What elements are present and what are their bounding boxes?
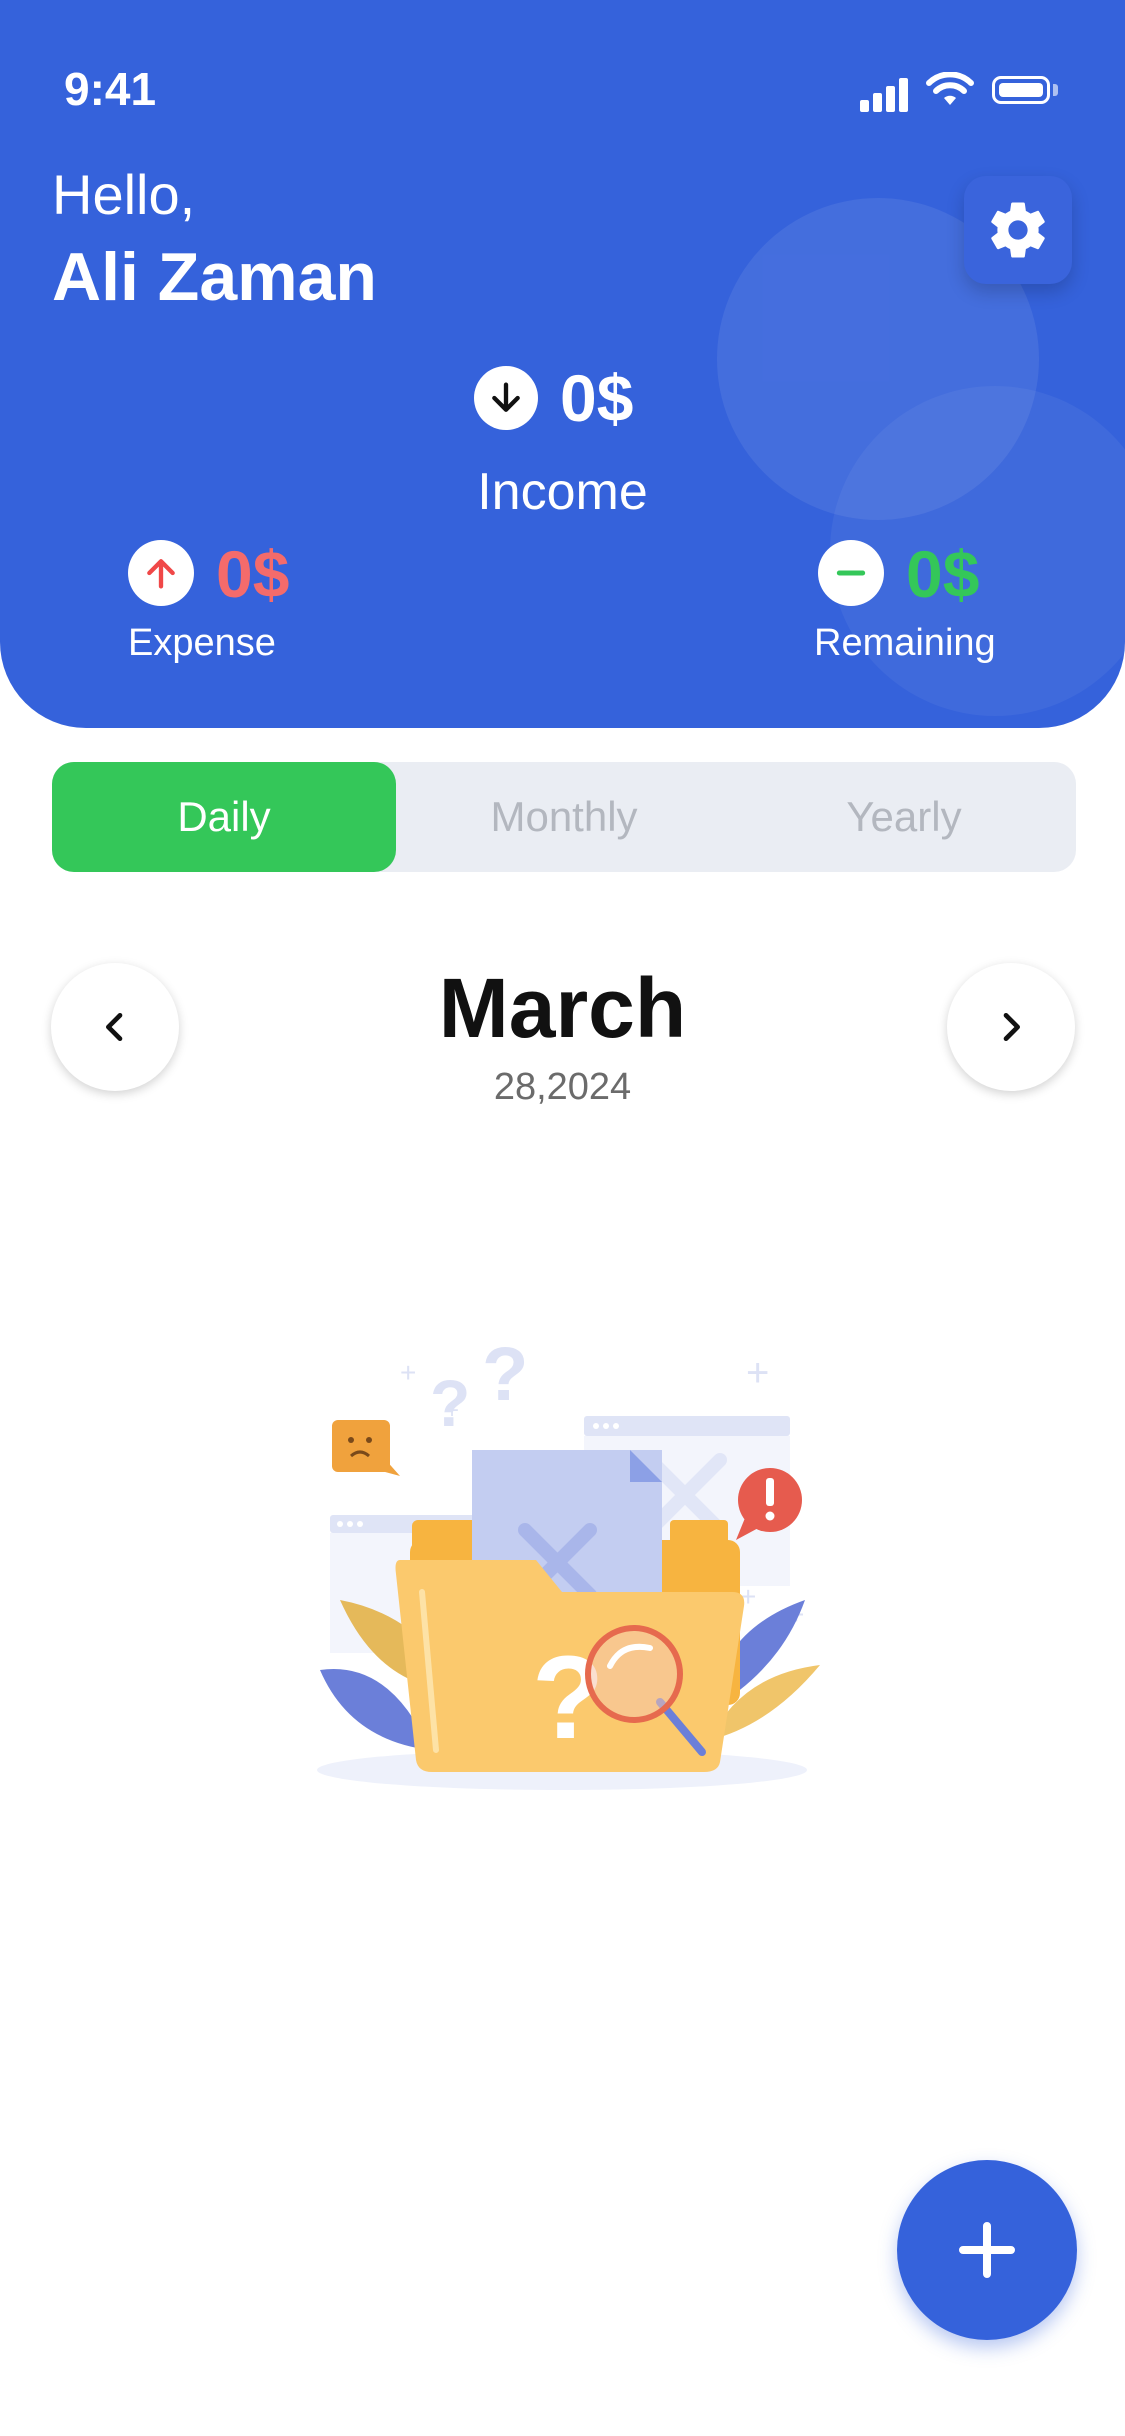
income-value: 0$ — [560, 361, 634, 435]
arrow-down-icon — [492, 382, 520, 412]
add-transaction-button[interactable] — [897, 2160, 1077, 2340]
summary-header: 9:41 Hello, Ali Zaman 0$ Income 0$ Expen… — [0, 0, 1125, 728]
gear-icon — [991, 202, 1045, 258]
tab-yearly[interactable]: Yearly — [732, 762, 1076, 872]
remaining-icon — [818, 540, 884, 606]
income-icon — [474, 366, 538, 430]
signal-bar — [899, 78, 908, 112]
settings-button[interactable] — [964, 176, 1072, 284]
chevron-right-icon — [1003, 1013, 1020, 1041]
status-time: 9:41 — [64, 63, 157, 115]
wifi-icon — [926, 72, 974, 105]
battery-cap — [1053, 84, 1058, 96]
expense-icon — [128, 540, 194, 606]
svg-text:+: + — [746, 1351, 769, 1395]
user-name: Ali Zaman — [52, 239, 377, 315]
expense-label: Expense — [128, 622, 276, 664]
expense-value: 0$ — [216, 537, 290, 611]
svg-text:?: ? — [482, 1332, 528, 1417]
plus-icon — [959, 2222, 1015, 2278]
signal-icon — [860, 100, 869, 112]
remaining-value: 0$ — [906, 537, 980, 611]
next-date-button[interactable] — [947, 963, 1075, 1091]
greeting: Hello, — [52, 163, 196, 226]
signal-bar — [886, 86, 895, 112]
income-label: Income — [477, 463, 648, 521]
minus-icon — [836, 570, 866, 576]
signal-bar — [873, 93, 882, 112]
period-tabs: Daily Monthly Yearly — [52, 762, 1076, 872]
status-icons — [860, 72, 1070, 112]
remaining-label: Remaining — [814, 622, 996, 664]
svg-text:+: + — [445, 1397, 459, 1424]
tab-daily[interactable]: Daily — [52, 762, 396, 872]
svg-text:+: + — [400, 1357, 416, 1388]
date-subtitle: 28,2024 — [493, 1066, 632, 1108]
tab-monthly[interactable]: Monthly — [392, 762, 736, 872]
arrow-up-icon — [147, 559, 175, 589]
battery-icon — [992, 76, 1050, 104]
empty-state-illustration: ? ? + + + + + ? — [317, 1332, 820, 1790]
